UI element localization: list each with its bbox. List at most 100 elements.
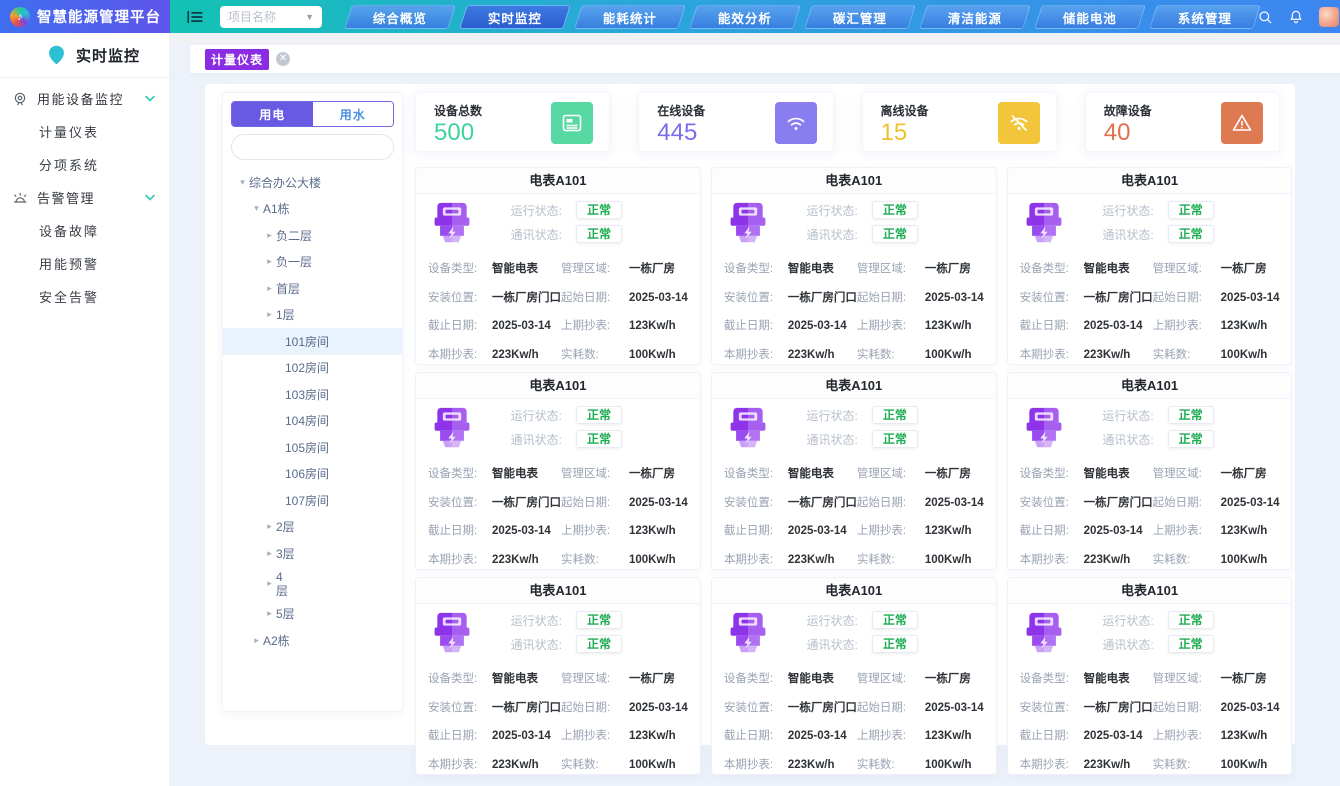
status-badge: 正常 <box>872 635 918 653</box>
tree-node[interactable]: ▸ 负二层 <box>223 222 402 249</box>
status-label: 通讯状态: <box>800 226 858 243</box>
field-label: 实耗数: <box>857 341 925 370</box>
field-label: 设备类型: <box>428 460 492 489</box>
tree-node[interactable]: 105房间 <box>223 434 402 461</box>
stat-card-online: 在线设备 445 <box>638 92 833 152</box>
field-value: 100Kw/h <box>925 546 984 575</box>
workspace-tab[interactable]: 计量仪表 <box>205 49 269 70</box>
tree-node[interactable]: ▸ 4层 <box>223 567 402 601</box>
field-value: 223Kw/h <box>788 546 857 575</box>
sidebar-group-children: 设备故障用能预警安全告警 <box>0 214 169 313</box>
field-value: 智能电表 <box>492 255 561 284</box>
field-label: 上期抄表: <box>857 312 925 341</box>
tree-node[interactable]: 102房间 <box>223 355 402 382</box>
collapse-menu-icon[interactable] <box>186 9 204 25</box>
device-card-title: 电表A101 <box>1008 578 1292 604</box>
tree-search-input[interactable] <box>231 134 394 160</box>
chevron-down-icon: ▼ <box>305 12 314 22</box>
close-icon[interactable]: ✕ <box>276 52 290 66</box>
tree-node[interactable]: ▸ 1层 <box>223 302 402 329</box>
tree-node[interactable]: ▾ A1栋 <box>223 196 402 223</box>
field-label: 设备类型: <box>724 665 788 694</box>
nav-tab[interactable]: 能效分析 <box>689 5 801 29</box>
sidebar-menu: 用能设备监控 计量仪表分项系统 告警管理 设备故障用能预警安全告警 <box>0 78 169 313</box>
field-label: 设备类型: <box>428 665 492 694</box>
search-icon[interactable] <box>1257 9 1273 25</box>
field-value: 2025-03-14 <box>1084 517 1153 546</box>
field-label: 本期抄表: <box>428 341 492 370</box>
tree-node[interactable]: ▸ 5层 <box>223 601 402 628</box>
sidebar-group-alarm[interactable]: 告警管理 <box>0 181 169 214</box>
electric-meter-icon <box>726 199 770 252</box>
device-card: 电表A101 运行状态: <box>415 372 701 570</box>
field-label: 截止日期: <box>428 517 492 546</box>
field-value: 2025-03-14 <box>629 284 688 313</box>
tree-node-label: 3层 <box>276 545 295 562</box>
field-value: 智能电表 <box>1084 665 1153 694</box>
sidebar-item[interactable]: 设备故障 <box>0 214 169 247</box>
sidebar-item[interactable]: 计量仪表 <box>0 115 169 148</box>
field-value: 智能电表 <box>492 665 561 694</box>
field-value: 2025-03-14 <box>1084 722 1153 751</box>
nav-tab[interactable]: 碳汇管理 <box>804 5 916 29</box>
field-value: 223Kw/h <box>492 341 561 370</box>
electric-meter-icon <box>430 404 474 457</box>
sidebar-item[interactable]: 用能预警 <box>0 247 169 280</box>
sidebar-item[interactable]: 分项系统 <box>0 148 169 181</box>
nav-tab-label: 储能电池 <box>1063 7 1117 26</box>
nav-tab[interactable]: 实时监控 <box>459 5 571 29</box>
field-value: 2025-03-14 <box>629 489 688 518</box>
nav-tab[interactable]: 系统管理 <box>1149 5 1261 29</box>
project-select[interactable]: 项目名称 ▼ <box>220 6 322 28</box>
tree-caret-icon: ▸ <box>263 309 276 320</box>
field-value: 223Kw/h <box>492 751 561 780</box>
field-value: 123Kw/h <box>629 312 688 341</box>
field-value: 123Kw/h <box>925 517 984 546</box>
field-value: 2025-03-14 <box>492 722 561 751</box>
tree-node-label: 负一层 <box>276 253 312 270</box>
field-label: 上期抄表: <box>561 722 629 751</box>
field-label: 安装位置: <box>1020 694 1084 723</box>
field-label: 起始日期: <box>1153 694 1221 723</box>
tree-node[interactable]: ▾ 综合办公大楼 <box>223 169 402 196</box>
tree-caret-icon: ▸ <box>263 608 276 619</box>
tree-node[interactable]: ▸ A2栋 <box>223 627 402 654</box>
tree-caret-icon: ▸ <box>250 635 263 646</box>
gauge-icon <box>12 91 28 107</box>
nav-tab-label: 清洁能源 <box>948 7 1002 26</box>
tree-node[interactable]: ▸ 2层 <box>223 514 402 541</box>
status-badge: 正常 <box>1168 406 1214 424</box>
sidebar-group-device-monitor[interactable]: 用能设备监控 <box>0 82 169 115</box>
device-card-title: 电表A101 <box>416 578 700 604</box>
field-label: 实耗数: <box>857 546 925 575</box>
field-value: 一栋厂房 <box>925 255 984 284</box>
tree-node[interactable]: ▸ 首层 <box>223 275 402 302</box>
tree-node[interactable]: 104房间 <box>223 408 402 435</box>
tree-node[interactable]: ▸ 3层 <box>223 540 402 567</box>
field-value: 一栋厂房 <box>629 665 688 694</box>
bell-icon[interactable] <box>1288 9 1304 25</box>
tree-node[interactable]: 103房间 <box>223 381 402 408</box>
status-badge: 正常 <box>576 201 622 219</box>
nav-tab[interactable]: 清洁能源 <box>919 5 1031 29</box>
field-value: 一栋厂房门口 <box>492 489 561 518</box>
field-label: 本期抄表: <box>724 751 788 780</box>
field-label: 截止日期: <box>1020 312 1084 341</box>
nav-tab[interactable]: 能耗统计 <box>574 5 686 29</box>
toggle-electricity[interactable]: 用电 <box>232 102 313 126</box>
tree-node[interactable]: 107房间 <box>223 487 402 514</box>
field-value: 智能电表 <box>788 255 857 284</box>
tree-node[interactable]: 106房间 <box>223 461 402 488</box>
toggle-water[interactable]: 用水 <box>313 102 394 126</box>
field-label: 起始日期: <box>857 489 925 518</box>
field-label: 管理区域: <box>561 255 629 284</box>
device-card-title: 电表A101 <box>1008 168 1292 194</box>
tree-node[interactable]: ▸ 负一层 <box>223 249 402 276</box>
sidebar-item[interactable]: 安全告警 <box>0 280 169 313</box>
nav-tab[interactable]: 储能电池 <box>1034 5 1146 29</box>
tree-node[interactable]: 101房间 <box>223 328 402 355</box>
field-value: 一栋厂房门口 <box>788 489 857 518</box>
nav-tab[interactable]: 综合概览 <box>344 5 456 29</box>
avatar[interactable] <box>1319 7 1339 27</box>
status-label: 通讯状态: <box>504 226 562 243</box>
